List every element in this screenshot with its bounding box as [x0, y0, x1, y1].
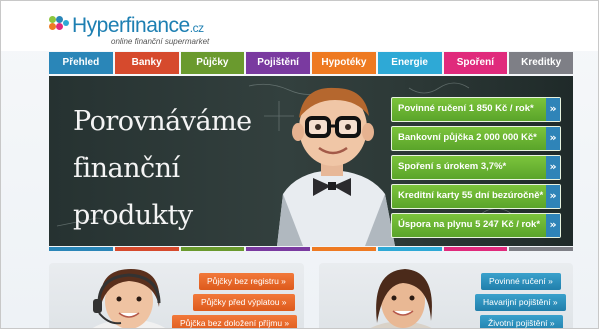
hero-banner: Porovnáváme finanční produkty Povinné ru…: [49, 76, 573, 246]
tab-hypoteky[interactable]: Hypotéky: [312, 52, 376, 74]
link-pujcky-bez-registru[interactable]: Půjčky bez registru »: [199, 273, 294, 290]
offer-bankovni-pujcka[interactable]: Bankovní půjčka 2 000 000 Kč* »: [391, 126, 561, 151]
double-chevron-right-icon: »: [546, 185, 560, 208]
loans-panel: Půjčky bez registru » Půjčky před výplat…: [49, 263, 304, 328]
strip-segment: [49, 247, 113, 251]
double-chevron-right-icon: »: [546, 98, 560, 121]
offer-label: Bankovní půjčka 2 000 000 Kč*: [398, 132, 537, 143]
logo-wordmark: Hyperfinance.cz: [72, 14, 204, 38]
strip-segment: [377, 247, 442, 251]
tab-kreditky[interactable]: Kreditky: [509, 52, 573, 74]
link-pujcka-bez-dolozeni-prijmu[interactable]: Půjčka bez doložení příjmu »: [172, 315, 298, 328]
strip-segment: [443, 247, 508, 251]
site-header: Hyperfinance.cz online finanční supermar…: [1, 1, 598, 51]
link-povinne-ruceni[interactable]: Povinné ručení »: [481, 273, 561, 290]
double-chevron-right-icon: »: [546, 127, 560, 150]
page-frame: Hyperfinance.cz online finanční supermar…: [0, 0, 599, 329]
call-center-woman-photo: [93, 269, 165, 328]
link-pujcky-pred-vyplatou[interactable]: Půjčky před výplatou »: [193, 294, 295, 311]
offer-label: Spoření s úrokem 3,7%*: [398, 161, 507, 172]
brand-tagline: online finanční supermarket: [111, 37, 210, 46]
tab-energie[interactable]: Energie: [377, 52, 442, 74]
offer-label: Kreditní karty 55 dní bezúročně*: [398, 190, 544, 201]
offer-label: Úspora na plynu 5 247 Kč / rok*: [398, 219, 541, 230]
offer-uspora-plyn[interactable]: Úspora na plynu 5 247 Kč / rok* »: [391, 213, 561, 238]
link-zivotni-pojisteni[interactable]: Životní pojištění »: [480, 315, 563, 328]
offer-list: Povinné ručení 1 850 Kč / rok* » Bankovn…: [391, 97, 561, 242]
schoolboy-illustration: [277, 87, 395, 246]
offer-kreditni-karty[interactable]: Kreditní karty 55 dní bezúročně* »: [391, 184, 561, 209]
tab-pojisteni[interactable]: Pojištění: [246, 52, 310, 74]
main-nav: Přehled Banky Půjčky Pojištění Hypotéky …: [49, 52, 573, 74]
color-strip: [49, 247, 573, 251]
tab-sporeni[interactable]: Spoření: [443, 52, 508, 74]
offer-povinne-ruceni[interactable]: Povinné ručení 1 850 Kč / rok* »: [391, 97, 561, 122]
offer-sporeni[interactable]: Spoření s úrokem 3,7%* »: [391, 155, 561, 180]
brand-tld: .cz: [189, 21, 204, 35]
link-havarijni-pojisteni[interactable]: Havarijní pojištění »: [475, 294, 566, 311]
smiling-woman-photo: [370, 269, 432, 328]
offer-label: Povinné ručení 1 850 Kč / rok*: [398, 103, 534, 114]
strip-segment: [312, 247, 376, 251]
strip-segment: [246, 247, 310, 251]
insurance-panel: Povinné ručení » Havarijní pojištění » Ž…: [319, 263, 573, 328]
strip-segment: [114, 247, 179, 251]
brand-name: Hyperfinance: [72, 14, 190, 37]
logo-dots-icon: [49, 16, 69, 36]
strip-segment: [509, 247, 573, 251]
double-chevron-right-icon: »: [546, 214, 560, 237]
tab-prehled[interactable]: Přehled: [49, 52, 113, 74]
tab-banky[interactable]: Banky: [114, 52, 179, 74]
double-chevron-right-icon: »: [546, 156, 560, 179]
strip-segment: [180, 247, 245, 251]
tab-pujcky[interactable]: Půjčky: [180, 52, 245, 74]
